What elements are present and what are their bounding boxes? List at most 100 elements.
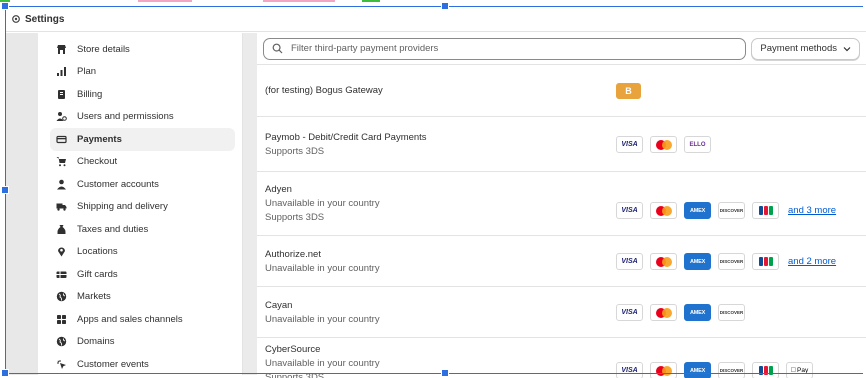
payment-logos: VISA AMEX DISCOVER and 3 more [616, 202, 836, 219]
payments-main: Filter third-party payment providers Pay… [257, 33, 866, 378]
person-icon [55, 178, 67, 190]
gear-icon [10, 14, 21, 25]
payment-logos: VISA ELLO [616, 136, 718, 153]
title-bar: Settings [6, 7, 866, 32]
visa-logo: VISA [616, 362, 643, 378]
sidebar-item-label: Store details [77, 43, 130, 55]
provider-info: (for testing) Bogus Gateway [265, 84, 383, 98]
plan-icon [55, 66, 67, 78]
mastercard-logo [650, 304, 677, 321]
cart-icon [55, 156, 67, 168]
sidebar-item-store-details[interactable]: Store details [50, 38, 235, 61]
jcb-logo [752, 362, 779, 378]
filter-bar: Filter third-party payment providers Pay… [257, 33, 866, 65]
sidebar-item-label: Customer accounts [77, 178, 159, 190]
provider-name: Adyen [265, 184, 292, 195]
jcb-logo [752, 253, 779, 270]
sidebar-item-label: Apps and sales channels [77, 313, 183, 325]
provider-name: Cayan [265, 300, 293, 311]
more-methods-link[interactable]: and 2 more [788, 256, 836, 267]
provider-row[interactable]: Adyen Unavailable in your country Supports… [257, 172, 866, 236]
ello-logo: ELLO [684, 136, 711, 153]
sidebar-item-markets[interactable]: Markets [50, 286, 235, 309]
mastercard-logo [650, 202, 677, 219]
provider-info: Adyen Unavailable in your country Supports… [265, 183, 380, 225]
top-edge-strip [263, 0, 335, 2]
discover-logo: DISCOVER [718, 362, 745, 378]
sidebar-item-apps-and-sales-channels[interactable]: Apps and sales channels [50, 308, 235, 331]
visa-logo: VISA [616, 253, 643, 270]
chevron-down-icon [843, 46, 851, 52]
search-icon [272, 43, 284, 55]
resize-handle[interactable] [1, 369, 9, 377]
visa-logo: VISA [616, 136, 643, 153]
discover-logo: DISCOVER [718, 202, 745, 219]
sidebar-item-taxes-and-duties[interactable]: Taxes and duties [50, 218, 235, 241]
provider-list: (for testing) Bogus Gateway B Paymob - Deb… [257, 65, 866, 378]
payment-methods-label: Payment methods [760, 43, 837, 54]
provider-row[interactable]: Authorize.net Unavailable in your country… [257, 236, 866, 287]
provider-name: CyberSource [265, 344, 321, 355]
resize-handle[interactable] [1, 186, 9, 194]
sidebar-item-label: Locations [77, 246, 118, 258]
provider-row[interactable]: (for testing) Bogus Gateway B [257, 65, 866, 117]
sidebar-item-domains[interactable]: Domains [50, 331, 235, 354]
provider-detail: Unavailable in your country [265, 358, 380, 369]
gift-card-icon [55, 268, 67, 280]
sidebar-item-shipping-and-delivery[interactable]: Shipping and delivery [50, 196, 235, 219]
provider-row[interactable]: Paymob - Debit/Credit Card Payments Suppo… [257, 117, 866, 172]
provider-row[interactable]: Cayan Unavailable in your country VISA AMEX… [257, 287, 866, 338]
more-methods-link[interactable]: and 3 more [788, 205, 836, 216]
globe-icon [55, 291, 67, 303]
resize-handle[interactable] [441, 369, 449, 377]
amex-logo: AMEX [684, 253, 711, 270]
sidebar-item-users-and-permissions[interactable]: Users and permissions [50, 106, 235, 129]
sidebar-item-label: Checkout [77, 156, 118, 168]
provider-detail: Unavailable in your country [265, 198, 380, 209]
payment-logos: VISA AMEX DISCOVER and 2 more [616, 253, 836, 270]
search-placeholder: Filter third-party payment providers [291, 43, 439, 54]
sidebar-item-label: Domains [77, 336, 115, 348]
truck-icon [55, 201, 67, 213]
sidebar-item-label: Shipping and delivery [77, 201, 168, 213]
payment-logos: VISA AMEX DISCOVER [616, 304, 752, 321]
sidebar-item-label: Payments [77, 133, 122, 145]
resize-handle[interactable] [441, 2, 449, 10]
discover-logo: DISCOVER [718, 304, 745, 321]
sidebar-item-plan[interactable]: Plan [50, 61, 235, 84]
payments-icon [55, 133, 67, 145]
payment-methods-button[interactable]: Payment methods [751, 37, 860, 60]
provider-info: Cayan Unavailable in your country [265, 299, 380, 327]
top-edge-strip [362, 0, 380, 2]
visa-logo: VISA [616, 202, 643, 219]
visa-logo: VISA [616, 304, 643, 321]
discover-logo: DISCOVER [718, 253, 745, 270]
settings-window: Settings Store details Plan Billing Users a… [6, 7, 866, 378]
amex-logo: AMEX [684, 304, 711, 321]
left-gutter [6, 33, 38, 375]
sidebar-item-gift-cards[interactable]: Gift cards [50, 263, 235, 286]
window-title: Settings [25, 13, 65, 25]
sidebar-item-label: Gift cards [77, 268, 118, 280]
settings-sidebar: Store details Plan Billing Users and permis… [38, 33, 243, 375]
resize-handle[interactable] [1, 2, 9, 10]
amex-logo: AMEX [684, 362, 711, 378]
sidebar-item-checkout[interactable]: Checkout [50, 151, 235, 174]
payment-logos: VISA AMEX DISCOVER Pay [616, 362, 820, 378]
provider-search-input[interactable]: Filter third-party payment providers [263, 37, 747, 60]
amex-logo: AMEX [684, 202, 711, 219]
sidebar-item-locations[interactable]: Locations [50, 241, 235, 264]
provider-info: Authorize.net Unavailable in your country [265, 248, 380, 276]
provider-row[interactable]: CyberSource Unavailable in your country Su… [257, 338, 866, 378]
tax-icon [55, 223, 67, 235]
sidebar-item-label: Markets [77, 291, 111, 303]
sidebar-item-label: Customer events [77, 358, 149, 370]
sidebar-item-billing[interactable]: Billing [50, 83, 235, 106]
sidebar-item-label: Users and permissions [77, 111, 174, 123]
sidebar-item-customer-accounts[interactable]: Customer accounts [50, 173, 235, 196]
billing-icon [55, 88, 67, 100]
sidebar-item-label: Billing [77, 88, 103, 100]
sidebar-item-payments[interactable]: Payments [50, 128, 235, 151]
top-edge-strip [138, 0, 192, 2]
provider-name: Authorize.net [265, 249, 321, 260]
